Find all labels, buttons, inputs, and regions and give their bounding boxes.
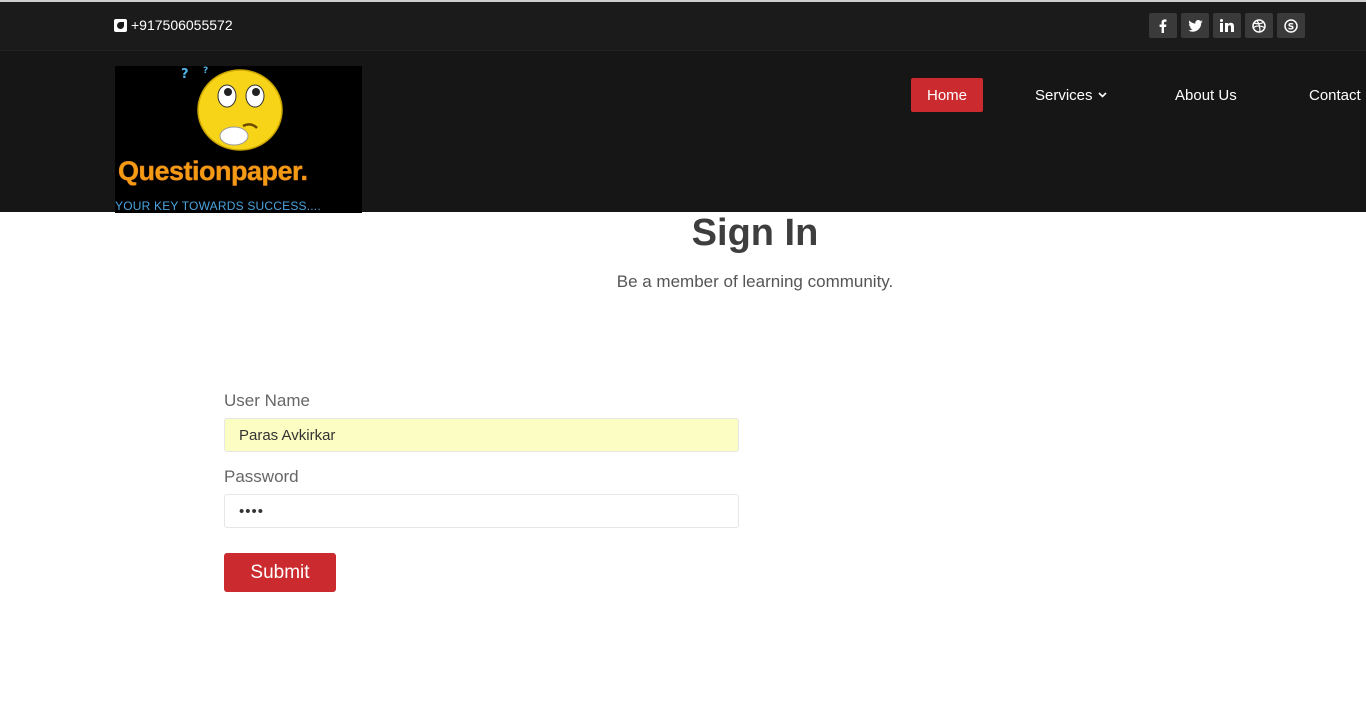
page-subtitle: Be a member of learning community. <box>616 272 894 291</box>
svg-text:?: ? <box>203 66 208 76</box>
nav-home[interactable]: Home <box>911 78 983 112</box>
dribbble-icon[interactable] <box>1245 13 1273 38</box>
logo-tagline: YOUR KEY TOWARDS SUCCESS.... <box>115 199 321 213</box>
nav-about-us[interactable]: About Us <box>1175 78 1237 112</box>
password-label: Password <box>224 467 299 486</box>
page-title: Sign In <box>691 212 819 254</box>
site-logo[interactable]: ? ? Questionpaper. YOUR KEY TOWARDS SUCC… <box>115 66 362 213</box>
phone-icon <box>114 18 127 32</box>
username-label: User Name <box>224 391 310 410</box>
linkedin-icon[interactable] <box>1213 13 1241 38</box>
nav-services[interactable]: Services <box>1035 78 1107 112</box>
skype-icon[interactable]: S <box>1277 13 1305 38</box>
nav-services-label: Services <box>1035 86 1093 104</box>
password-input[interactable] <box>224 494 739 528</box>
submit-button[interactable]: Submit <box>224 553 336 592</box>
top-bar: +917506055572 S <box>0 0 1366 50</box>
phone-number: +917506055572 <box>131 17 233 33</box>
site-header: ? ? Questionpaper. YOUR KEY TOWARDS SUCC… <box>0 50 1366 213</box>
social-links: S <box>1149 13 1305 38</box>
svg-text:S: S <box>1288 22 1294 32</box>
logo-name: Questionpaper. <box>118 156 309 187</box>
chevron-down-icon <box>1097 92 1107 98</box>
svg-text:?: ? <box>181 67 189 82</box>
facebook-icon[interactable] <box>1149 13 1177 38</box>
username-input[interactable] <box>224 418 739 452</box>
thinking-emoji-icon: ? ? <box>181 66 283 151</box>
phone-contact: +917506055572 <box>114 17 233 33</box>
nav-contact[interactable]: Contact <box>1309 78 1361 112</box>
twitter-icon[interactable] <box>1181 13 1209 38</box>
